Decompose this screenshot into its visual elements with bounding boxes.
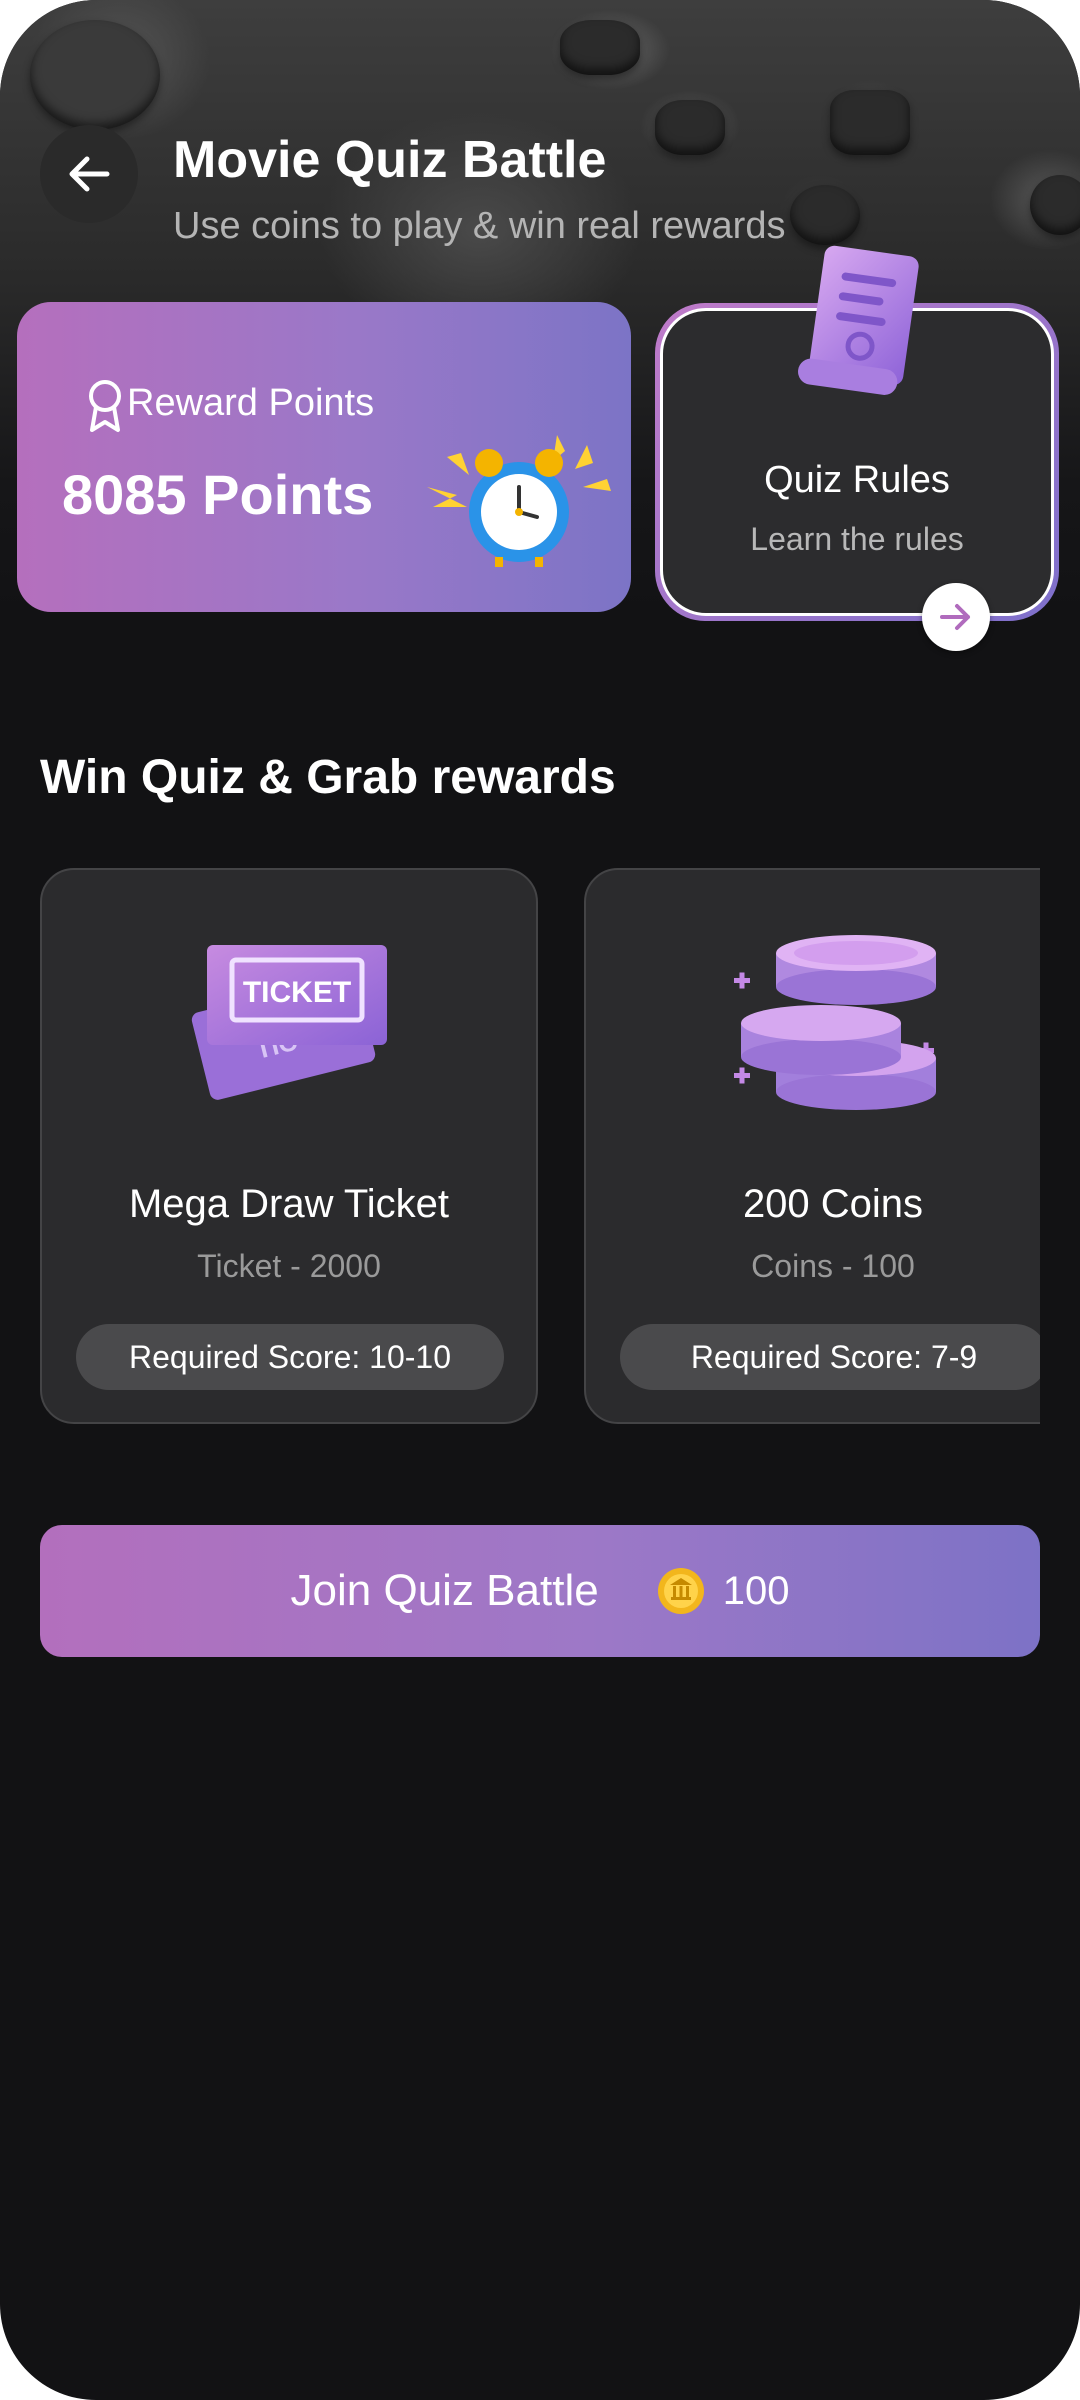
reward-card-coins[interactable]: 200 Coins Coins - 100 Required Score: 7-… — [584, 868, 1040, 1424]
ticket-icon-text: TICKET — [243, 976, 351, 1009]
reward-points-value: 8085 Points — [62, 463, 374, 526]
page-title: Movie Quiz Battle — [173, 131, 607, 189]
quiz-rules-arrow-button[interactable] — [922, 583, 990, 651]
reward-name: 200 Coins — [742, 1182, 924, 1226]
decor-pebble — [560, 20, 640, 75]
arrow-right-icon — [940, 604, 970, 630]
decor-pebble — [830, 90, 910, 155]
join-cost-value: 100 — [722, 1568, 790, 1613]
decor-pebble — [1030, 175, 1080, 235]
reward-card-ticket[interactable]: TIC TICKET Mega Draw Ticket Ticket - 200… — [40, 868, 538, 1424]
quiz-rules-title: Quiz Rules — [764, 459, 950, 501]
required-score-badge: Required Score: 7-9 — [620, 1324, 1040, 1390]
reward-points-label: Reward Points — [127, 382, 375, 424]
alarm-clock-icon — [427, 435, 611, 567]
reward-subtitle: Coins - 100 — [751, 1248, 915, 1284]
screen: Movie Quiz Battle Use coins to play & wi… — [0, 0, 1080, 2400]
reward-points-card: Reward Points 8085 Points — [17, 302, 631, 612]
arrow-left-icon — [69, 156, 110, 192]
quiz-rules-subtitle: Learn the rules — [750, 521, 964, 557]
decor-pebble — [30, 20, 160, 130]
reward-name: Mega Draw Ticket — [128, 1182, 450, 1226]
reward-subtitle: Ticket - 2000 — [197, 1248, 381, 1284]
join-button-label: Join Quiz Battle — [290, 1566, 599, 1615]
coin-icon — [657, 1568, 704, 1614]
back-button[interactable] — [40, 125, 138, 223]
scroll-document-icon — [798, 245, 919, 395]
ticket-icon: TIC TICKET — [191, 945, 387, 1100]
rewards-section-title: Win Quiz & Grab rewards — [40, 751, 616, 804]
ribbon-icon — [89, 380, 121, 432]
join-quiz-battle-button[interactable]: Join Quiz Battle 100 — [40, 1525, 1040, 1657]
decor-pebble — [655, 100, 725, 155]
coins-stack-icon — [734, 935, 936, 1110]
rewards-carousel[interactable]: TIC TICKET Mega Draw Ticket Ticket - 200… — [40, 868, 1040, 1426]
required-score-badge: Required Score: 10-10 — [76, 1324, 504, 1390]
page-subtitle: Use coins to play & win real rewards — [173, 205, 786, 247]
decor-pebble — [790, 185, 860, 245]
